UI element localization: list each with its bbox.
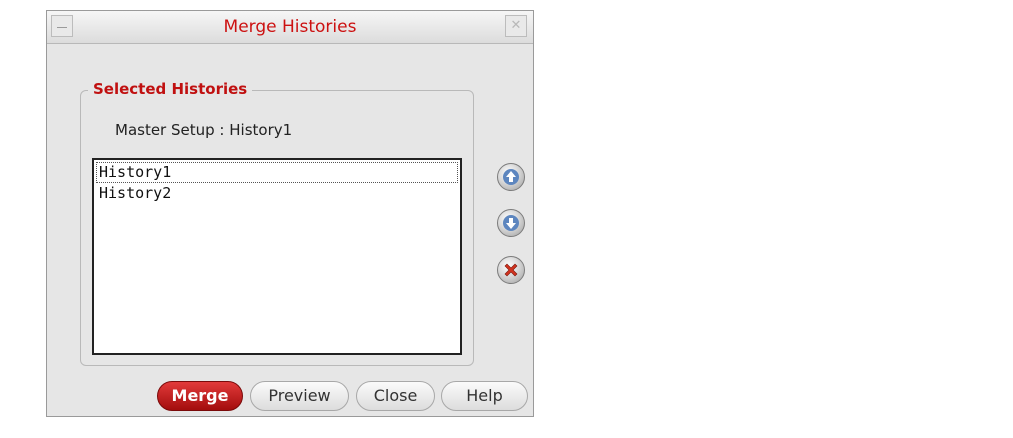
merge-histories-dialog: Merge Histories ✕ Selected Histories Mas… — [46, 10, 534, 417]
arrow-up-icon — [503, 169, 519, 185]
histories-list[interactable]: History1 History2 — [92, 158, 462, 355]
window-title: Merge Histories — [223, 17, 357, 37]
group-label: Selected Histories — [88, 80, 253, 98]
title-bar: Merge Histories ✕ — [47, 11, 533, 44]
preview-button[interactable]: Preview — [250, 381, 349, 411]
close-button[interactable]: Close — [356, 381, 435, 411]
window-menu-button[interactable] — [51, 15, 73, 37]
list-item[interactable]: History1 — [96, 162, 458, 183]
move-down-button[interactable] — [497, 209, 525, 237]
help-button[interactable]: Help — [441, 381, 528, 411]
close-icon: ✕ — [510, 18, 522, 33]
move-up-button[interactable] — [497, 163, 525, 191]
window-close-button[interactable]: ✕ — [505, 15, 527, 37]
delete-x-icon — [504, 263, 518, 277]
arrow-down-icon — [503, 215, 519, 231]
master-setup-label: Master Setup : History1 — [115, 121, 293, 139]
merge-button[interactable]: Merge — [157, 381, 243, 411]
list-item[interactable]: History2 — [94, 183, 460, 204]
delete-button[interactable] — [497, 256, 525, 284]
